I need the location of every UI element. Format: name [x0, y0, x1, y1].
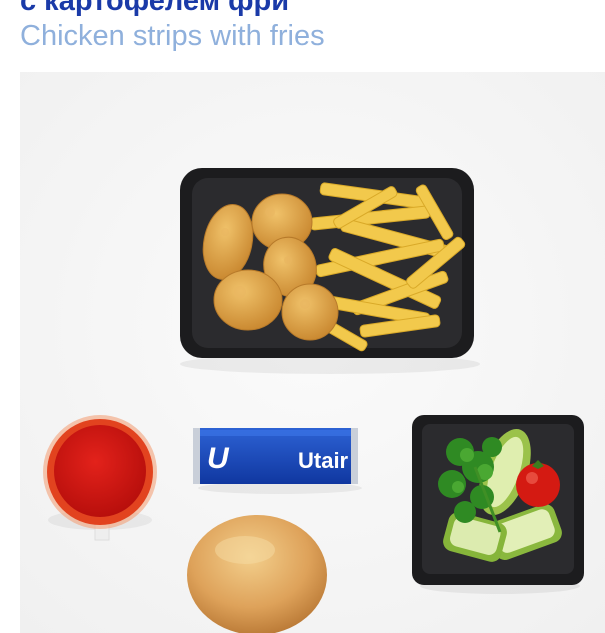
page-title-english: Chicken strips with fries: [20, 20, 325, 52]
page-title-russian: с картофелем фри: [20, 0, 290, 17]
utair-logo-icon: U: [207, 442, 230, 475]
nuggets-fries-tray: [180, 168, 480, 374]
bread-bun: [187, 515, 327, 633]
meal-photo: U Utair: [20, 72, 605, 633]
salad-tray: [412, 415, 584, 594]
utair-butter-bar: U Utair: [193, 428, 362, 494]
utair-brand-label: Utair: [298, 448, 349, 473]
tomato-sauce-cup: [43, 415, 157, 541]
